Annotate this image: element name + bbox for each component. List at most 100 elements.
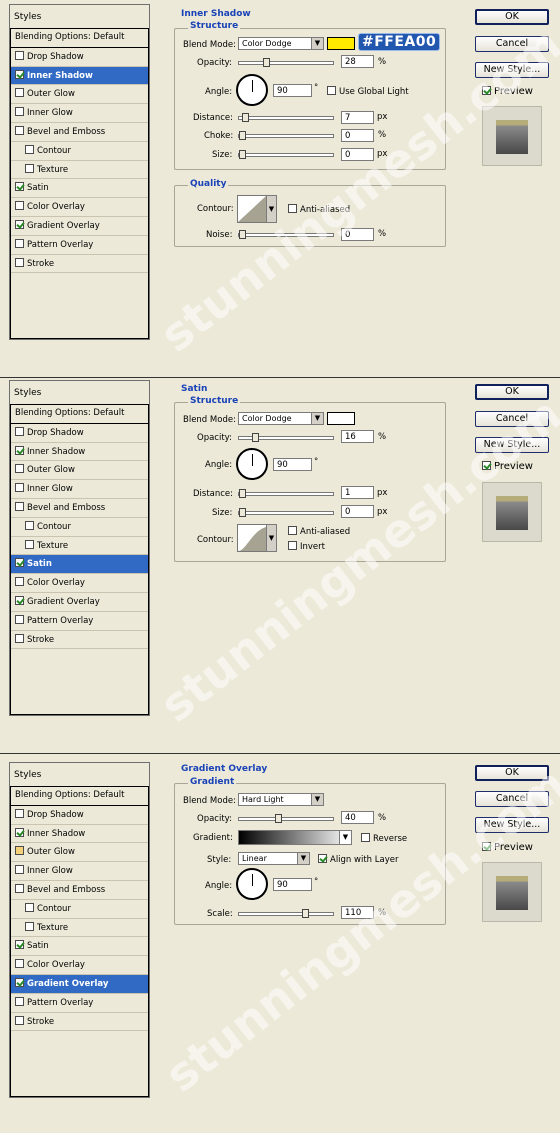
styles-item[interactable]: Bevel and Emboss [11,881,148,900]
slider-thumb[interactable] [239,508,246,517]
styles-item[interactable]: Drop Shadow [11,424,148,443]
checkbox-icon[interactable] [15,577,24,587]
slider-thumb[interactable] [239,131,246,140]
distance-slider[interactable] [238,489,334,498]
opacity-field[interactable]: 40 [341,811,374,824]
slider-thumb[interactable] [242,113,249,122]
styles-item[interactable]: Pattern Overlay [11,236,148,255]
styles-item[interactable]: Bevel and Emboss [11,499,148,518]
angle-dial[interactable] [236,448,268,480]
contour-picker[interactable] [237,195,267,223]
opacity-field[interactable]: 16 [341,430,374,443]
choke-slider[interactable] [238,131,334,140]
checkbox-icon[interactable] [15,865,24,875]
styles-item[interactable]: Gradient Overlay [11,217,148,236]
blend-mode-select[interactable]: Hard Light ▼ [238,793,324,806]
checkbox-icon[interactable] [25,163,34,173]
size-slider[interactable] [238,150,334,159]
distance-field[interactable]: 1 [341,486,374,499]
angle-field[interactable]: 90 [273,84,312,97]
choke-field[interactable]: 0 [341,129,374,142]
distance-field[interactable]: 7 [341,111,374,124]
checkbox-icon[interactable] [25,921,34,931]
styles-item[interactable]: Inner Glow [11,480,148,499]
checkbox-icon[interactable] [25,902,34,912]
styles-item[interactable]: Inner Shadow [11,443,148,462]
styles-item[interactable]: Texture [11,537,148,556]
styles-item[interactable]: Drop Shadow [11,806,148,825]
slider-thumb[interactable] [275,814,282,823]
opacity-slider[interactable] [238,58,334,67]
styles-item[interactable]: Stroke [11,255,148,274]
styles-item[interactable]: Pattern Overlay [11,612,148,631]
checkbox-icon[interactable] [15,940,24,950]
blend-mode-select[interactable]: Color Dodge ▼ [238,37,324,50]
checkbox-icon[interactable] [15,808,24,818]
styles-item[interactable]: Outer Glow [11,843,148,863]
styles-item[interactable]: Blending Options: Default [11,29,148,48]
checkbox-icon[interactable] [15,883,24,893]
checkbox-icon[interactable] [15,977,24,987]
styles-item[interactable]: Texture [11,919,148,938]
slider-thumb[interactable] [252,433,259,442]
styles-item[interactable]: Satin [11,555,148,575]
angle-field[interactable]: 90 [273,878,312,891]
styles-item[interactable]: Inner Glow [11,104,148,123]
satin-color-swatch[interactable] [327,412,355,425]
slider-thumb[interactable] [263,58,270,67]
shadow-color-swatch[interactable] [327,37,355,50]
size-field[interactable]: 0 [341,505,374,518]
invert-checkbox[interactable]: Invert [288,541,325,552]
styles-item[interactable]: Contour [11,142,148,161]
align-with-layer-checkbox[interactable]: Align with Layer [318,854,398,865]
checkbox-icon[interactable] [15,50,24,60]
checkbox-icon[interactable] [15,614,24,624]
contour-dropdown[interactable]: ▼ [266,195,277,223]
checkbox-icon[interactable] [15,501,24,511]
slider-thumb[interactable] [239,489,246,498]
styles-item[interactable]: Color Overlay [11,198,148,217]
checkbox-icon[interactable] [15,426,24,436]
size-slider[interactable] [238,508,334,517]
opacity-field[interactable]: 28 [341,55,374,68]
distance-slider[interactable] [238,113,334,122]
checkbox-icon[interactable] [25,520,34,530]
styles-item[interactable]: Color Overlay [11,956,148,975]
styles-item[interactable]: Gradient Overlay [11,593,148,612]
scale-slider[interactable] [238,909,334,918]
styles-item[interactable]: Satin [11,937,148,957]
styles-item[interactable]: Satin [11,179,148,199]
styles-item[interactable]: Gradient Overlay [11,974,148,994]
styles-item[interactable]: Bevel and Emboss [11,123,148,142]
checkbox-icon[interactable] [15,238,24,248]
angle-dial[interactable] [236,868,268,900]
styles-item[interactable]: Texture [11,161,148,180]
checkbox-icon[interactable] [15,107,24,117]
checkbox-icon[interactable] [15,219,24,229]
checkbox-icon[interactable] [15,445,24,455]
checkbox-icon[interactable] [15,633,24,643]
styles-item[interactable]: Blending Options: Default [11,405,148,424]
checkbox-icon[interactable] [15,125,24,135]
checkbox-icon[interactable] [15,69,24,79]
checkbox-icon[interactable] [25,539,34,549]
checkbox-icon[interactable] [25,144,34,154]
anti-aliased-checkbox[interactable]: Anti-aliased [288,526,350,537]
slider-thumb[interactable] [239,150,246,159]
checkbox-icon[interactable] [15,595,24,605]
checkbox-icon[interactable] [15,959,24,969]
checkbox-icon[interactable] [15,182,24,192]
blend-mode-select[interactable]: Color Dodge ▼ [238,412,324,425]
checkbox-icon[interactable] [15,846,24,856]
checkbox-icon[interactable] [15,88,24,98]
checkbox-icon[interactable] [15,1015,24,1025]
checkbox-icon[interactable] [15,257,24,267]
checkbox-icon[interactable] [15,464,24,474]
global-light-checkbox[interactable]: Use Global Light [327,86,409,97]
slider-thumb[interactable] [302,909,309,918]
contour-picker[interactable] [237,524,267,552]
styles-item[interactable]: Contour [11,518,148,537]
checkbox-icon[interactable] [15,996,24,1006]
angle-field[interactable]: 90 [273,458,312,471]
styles-item[interactable]: Inner Glow [11,862,148,881]
